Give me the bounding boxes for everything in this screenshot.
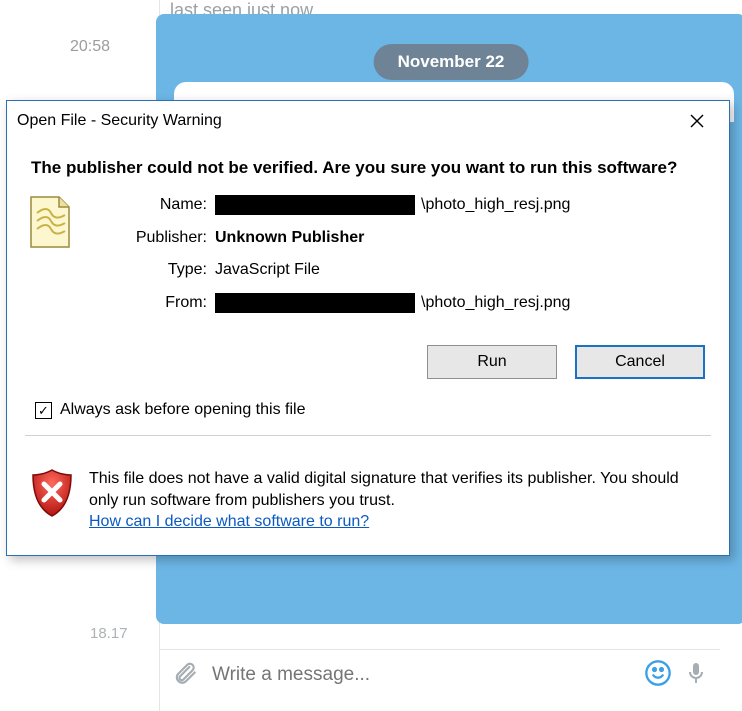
name-value: \photo_high_resj.png	[215, 195, 707, 215]
publisher-value: Unknown Publisher	[215, 229, 707, 247]
dialog-heading: The publisher could not be verified. Are…	[31, 157, 705, 179]
type-label: Type:	[97, 261, 207, 279]
microphone-icon[interactable]	[684, 661, 708, 688]
from-suffix: \photo_high_resj.png	[421, 294, 570, 312]
sidebar-timestamp: 20:58	[70, 38, 110, 56]
run-button[interactable]: Run	[427, 345, 557, 379]
security-warning-dialog: Open File - Security Warning The publish…	[6, 100, 730, 556]
sidebar-timestamp-2: 18.17	[90, 625, 128, 642]
always-ask-checkbox[interactable]: ✓	[35, 402, 52, 419]
name-suffix: \photo_high_resj.png	[421, 196, 570, 214]
redacted-bar	[215, 293, 415, 313]
date-pill: November 22	[374, 44, 529, 80]
dialog-titlebar: Open File - Security Warning	[7, 101, 729, 141]
button-row: Run Cancel	[31, 345, 705, 379]
chat-input-bar	[160, 649, 720, 699]
help-link[interactable]: How can I decide what software to run?	[89, 513, 369, 530]
file-info-grid: Name: \photo_high_resj.png Publisher: Un…	[29, 195, 707, 313]
divider	[25, 435, 711, 436]
from-label: From:	[97, 294, 207, 312]
attachment-icon[interactable]	[172, 660, 198, 689]
close-icon	[690, 114, 704, 128]
document-icon	[29, 195, 73, 249]
dialog-body: The publisher could not be verified. Are…	[7, 141, 729, 450]
always-ask-row[interactable]: ✓ Always ask before opening this file	[35, 401, 701, 419]
shield-x-icon	[29, 468, 75, 521]
name-label: Name:	[97, 196, 207, 214]
always-ask-label: Always ask before opening this file	[60, 401, 305, 419]
emoji-icon[interactable]	[644, 659, 672, 690]
close-button[interactable]	[675, 107, 719, 135]
dialog-footer: This file does not have a valid digital …	[7, 450, 729, 555]
from-value: \photo_high_resj.png	[215, 293, 707, 313]
publisher-label: Publisher:	[97, 229, 207, 247]
message-input[interactable]	[210, 663, 632, 687]
dialog-title: Open File - Security Warning	[17, 112, 222, 130]
redacted-bar	[215, 195, 415, 215]
type-value: JavaScript File	[215, 261, 707, 279]
footer-text: This file does not have a valid digital …	[89, 468, 707, 533]
cancel-button[interactable]: Cancel	[575, 345, 705, 379]
